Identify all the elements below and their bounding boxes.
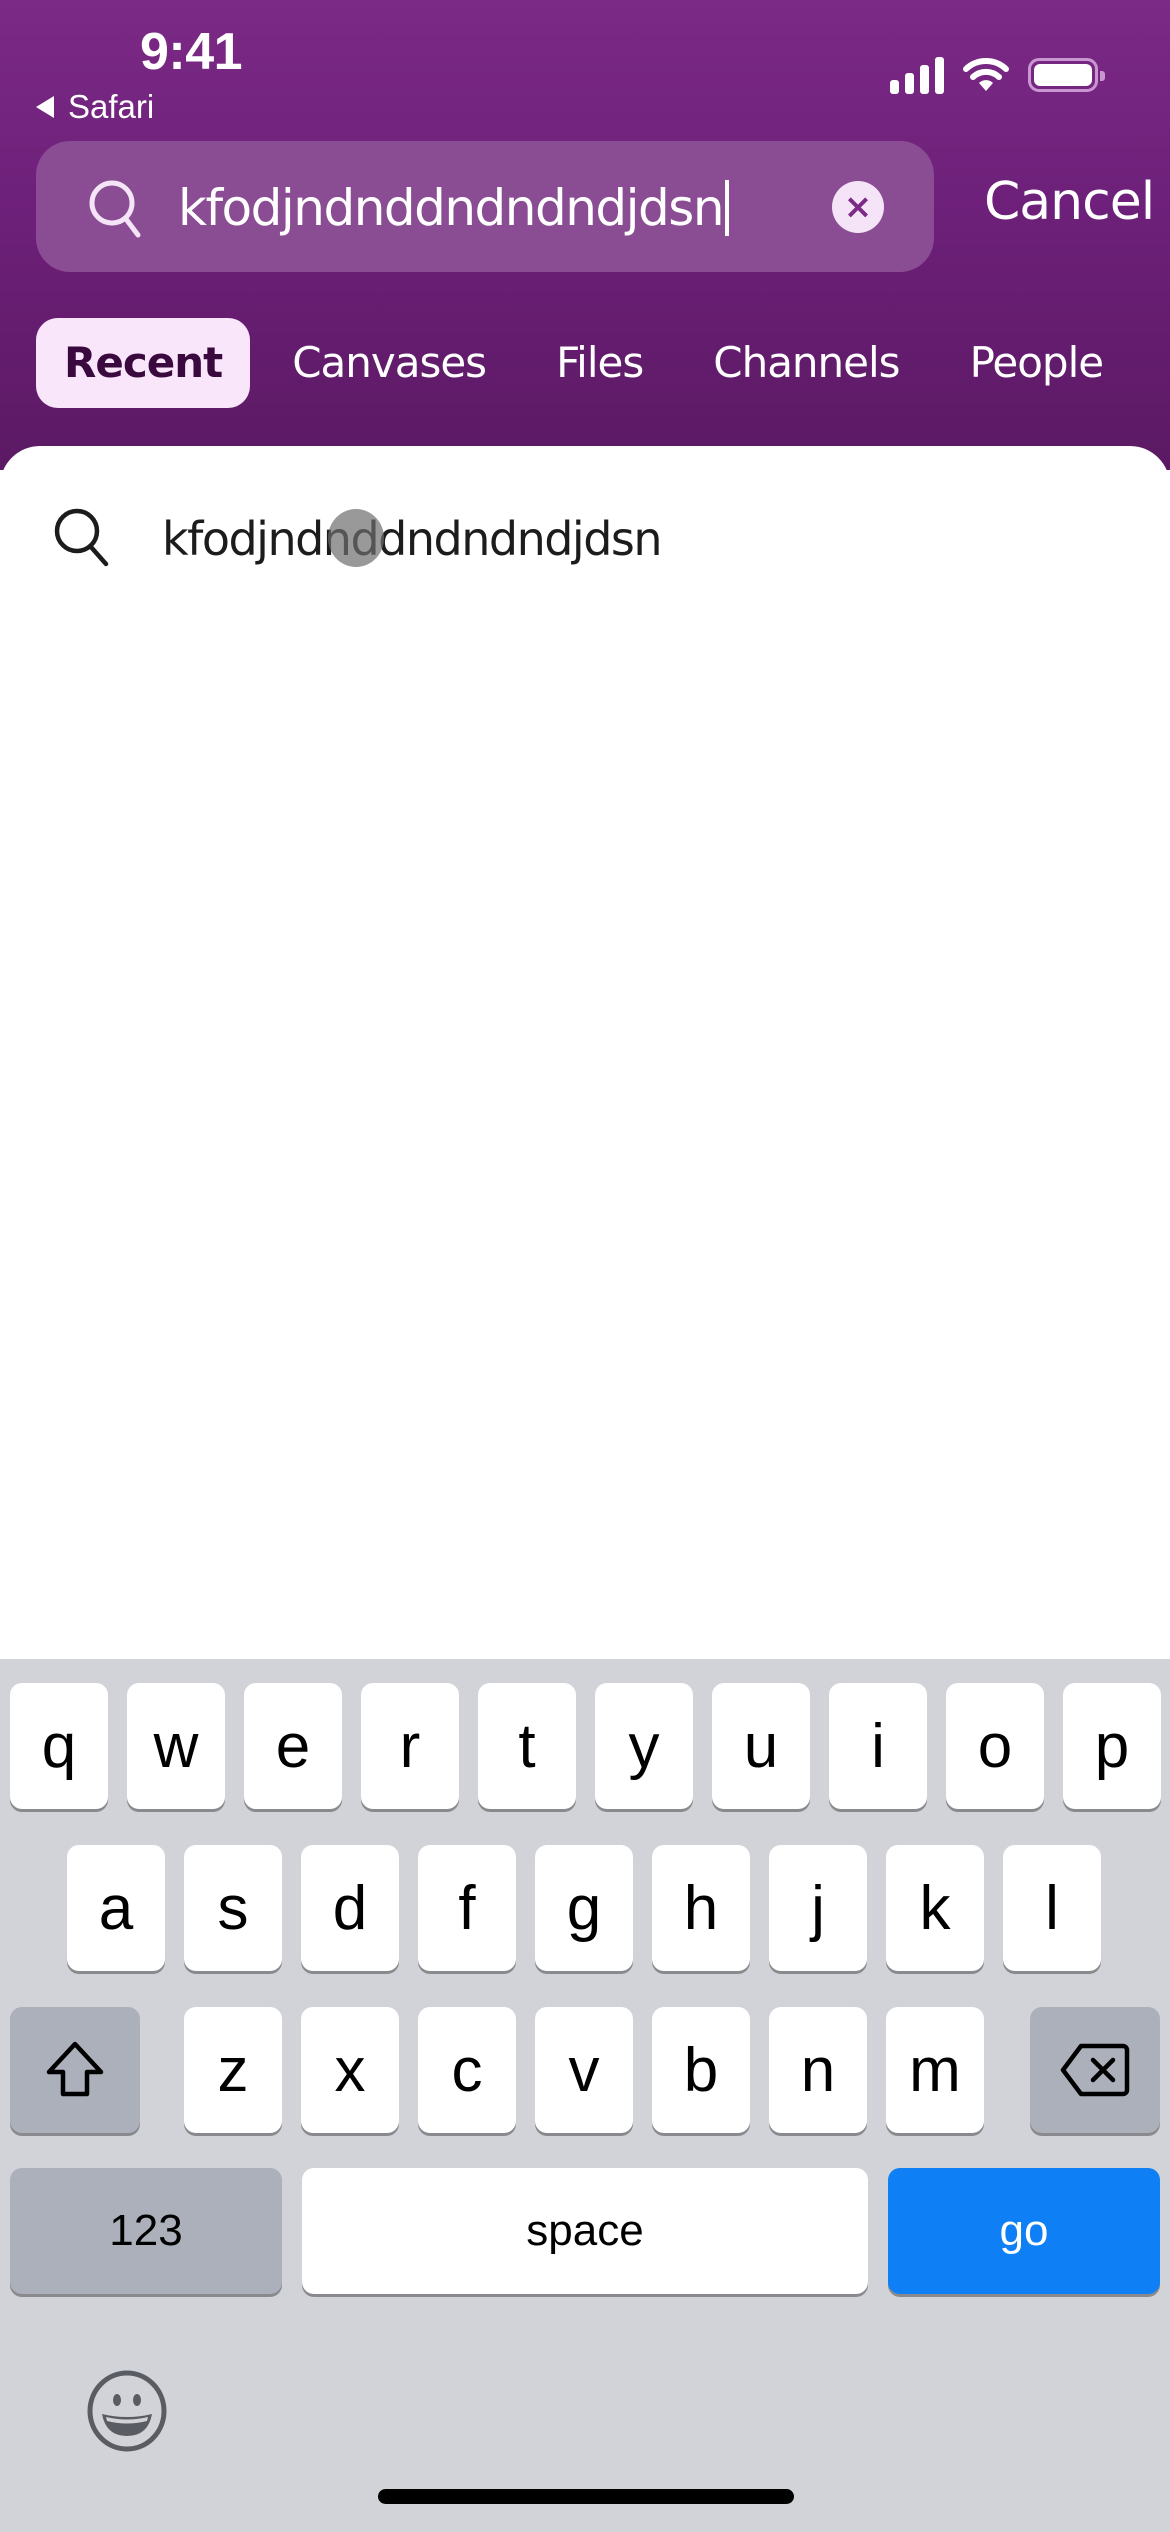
search-query-text: kfodjndnddndndndjdsn bbox=[178, 179, 725, 237]
key-p[interactable]: p bbox=[1063, 1683, 1161, 1809]
shift-icon bbox=[46, 2041, 104, 2097]
key-g[interactable]: g bbox=[535, 1845, 633, 1971]
key-q[interactable]: q bbox=[10, 1683, 108, 1809]
key-r[interactable]: r bbox=[361, 1683, 459, 1809]
key-d[interactable]: d bbox=[301, 1845, 399, 1971]
key-l[interactable]: l bbox=[1003, 1845, 1101, 1971]
cellular-signal-icon bbox=[890, 56, 944, 94]
key-y[interactable]: y bbox=[595, 1683, 693, 1809]
tab-channels[interactable]: Channels bbox=[685, 318, 927, 408]
delete-key[interactable] bbox=[1030, 2007, 1160, 2133]
cancel-button[interactable]: Cancel bbox=[984, 172, 1155, 232]
key-x[interactable]: x bbox=[301, 2007, 399, 2133]
key-n[interactable]: n bbox=[769, 2007, 867, 2133]
clear-icon: × bbox=[843, 187, 873, 227]
go-key[interactable]: go bbox=[888, 2168, 1160, 2294]
search-icon bbox=[52, 506, 112, 572]
numbers-key[interactable]: 123 bbox=[10, 2168, 282, 2294]
status-icons bbox=[890, 56, 1105, 94]
results-panel: kfodjndnddndndndjdsn bbox=[0, 446, 1170, 1661]
key-k[interactable]: k bbox=[886, 1845, 984, 1971]
key-m[interactable]: m bbox=[886, 2007, 984, 2133]
space-key[interactable]: space bbox=[302, 2168, 868, 2294]
back-to-safari-link[interactable]: Safari bbox=[36, 88, 154, 126]
delete-icon bbox=[1060, 2043, 1130, 2097]
shift-key[interactable] bbox=[10, 2007, 140, 2133]
touch-indicator bbox=[328, 509, 384, 567]
back-arrow-icon bbox=[36, 96, 54, 118]
battery-icon bbox=[1028, 58, 1105, 92]
key-j[interactable]: j bbox=[769, 1845, 867, 1971]
tab-canvases[interactable]: Canvases bbox=[264, 318, 514, 408]
text-caret bbox=[725, 180, 730, 236]
emoji-button[interactable] bbox=[86, 2370, 168, 2456]
key-c[interactable]: c bbox=[418, 2007, 516, 2133]
search-query[interactable]: kfodjndnddndndndjdsn bbox=[178, 179, 730, 237]
tab-files[interactable]: Files bbox=[528, 318, 671, 408]
key-w[interactable]: w bbox=[127, 1683, 225, 1809]
key-t[interactable]: t bbox=[478, 1683, 576, 1809]
tab-people[interactable]: People bbox=[942, 318, 1132, 408]
status-time: 9:41 bbox=[140, 23, 243, 81]
wifi-icon bbox=[963, 58, 1009, 91]
key-a[interactable]: a bbox=[67, 1845, 165, 1971]
header: 9:41 Safari kfodjndnddndndndjdsn × Cance… bbox=[0, 0, 1170, 470]
clear-search-button[interactable]: × bbox=[832, 181, 884, 233]
search-filter-tabs: Recent Canvases Files Channels People bbox=[36, 318, 1145, 408]
tab-recent[interactable]: Recent bbox=[36, 318, 251, 408]
home-indicator bbox=[378, 2489, 794, 2504]
key-z[interactable]: z bbox=[184, 2007, 282, 2133]
keyboard: 123 space go qwertyuiop asdfghjkl zxcvbnm bbox=[0, 1659, 1170, 2532]
key-f[interactable]: f bbox=[418, 1845, 516, 1971]
back-app-label: Safari bbox=[68, 88, 155, 125]
key-v[interactable]: v bbox=[535, 2007, 633, 2133]
search-icon bbox=[88, 179, 144, 243]
emoji-icon bbox=[87, 2370, 167, 2452]
key-o[interactable]: o bbox=[946, 1683, 1044, 1809]
suggestion-text: kfodjndnddndndndjdsn bbox=[162, 512, 663, 566]
key-s[interactable]: s bbox=[184, 1845, 282, 1971]
key-u[interactable]: u bbox=[712, 1683, 810, 1809]
key-i[interactable]: i bbox=[829, 1683, 927, 1809]
search-input[interactable]: kfodjndnddndndndjdsn × bbox=[36, 141, 934, 272]
key-b[interactable]: b bbox=[652, 2007, 750, 2133]
key-h[interactable]: h bbox=[652, 1845, 750, 1971]
key-e[interactable]: e bbox=[244, 1683, 342, 1809]
